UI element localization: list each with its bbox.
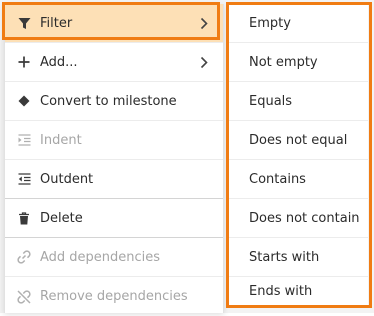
filter-option-label: Empty: [249, 15, 291, 31]
filter-option-does-not-equal[interactable]: Does not equal: [228, 121, 368, 160]
filter-option-empty[interactable]: Empty: [228, 4, 368, 43]
filter-option-not-empty[interactable]: Not empty: [228, 43, 368, 82]
filter-option-label: Ends with: [249, 283, 313, 299]
menu-item-label: Indent: [40, 132, 82, 148]
filter-option-label: Starts with: [249, 249, 320, 265]
menu-item-add[interactable]: Add...: [5, 43, 223, 82]
menu-item-filter[interactable]: Filter: [5, 4, 223, 43]
context-menu: Filter Add... Convert to milestone Inden…: [4, 4, 224, 313]
filter-option-label: Not empty: [249, 54, 318, 70]
menu-item-label: Remove dependencies: [40, 289, 188, 304]
filter-icon: [17, 16, 31, 30]
plus-icon: [17, 55, 31, 69]
menu-item-label: Add...: [40, 54, 78, 70]
menu-item-convert-to-milestone[interactable]: Convert to milestone: [5, 82, 223, 121]
menu-item-add-dependencies[interactable]: Add dependencies: [5, 238, 223, 277]
filter-option-contains[interactable]: Contains: [228, 160, 368, 199]
menu-item-delete[interactable]: Delete: [5, 199, 223, 238]
menu-item-label: Add dependencies: [40, 249, 161, 265]
filter-option-label: Does not contain: [249, 210, 360, 226]
filter-option-label: Contains: [249, 171, 306, 187]
filter-option-ends-with[interactable]: Ends with: [228, 277, 368, 305]
menu-item-label: Outdent: [40, 171, 94, 187]
indent-icon: [17, 133, 31, 147]
diamond-icon: [17, 94, 31, 108]
filter-option-starts-with[interactable]: Starts with: [228, 238, 368, 277]
chevron-right-icon: [195, 17, 213, 30]
filter-option-label: Does not equal: [249, 132, 348, 148]
filter-option-label: Equals: [249, 93, 293, 109]
menu-item-label: Filter: [40, 15, 73, 31]
menu-item-outdent[interactable]: Outdent: [5, 160, 223, 199]
menu-item-label: Delete: [40, 210, 83, 226]
menu-item-label: Convert to milestone: [40, 93, 177, 109]
unlink-icon: [17, 289, 31, 304]
outdent-icon: [17, 172, 31, 186]
trash-icon: [17, 211, 31, 225]
menu-item-remove-dependencies[interactable]: Remove dependencies: [5, 277, 223, 316]
menu-item-indent[interactable]: Indent: [5, 121, 223, 160]
link-icon: [17, 250, 31, 264]
filter-option-equals[interactable]: Equals: [228, 82, 368, 121]
filter-option-does-not-contain[interactable]: Does not contain: [228, 199, 368, 238]
chevron-right-icon: [195, 56, 213, 69]
filter-submenu: Empty Not empty Equals Does not equal Co…: [228, 4, 368, 305]
